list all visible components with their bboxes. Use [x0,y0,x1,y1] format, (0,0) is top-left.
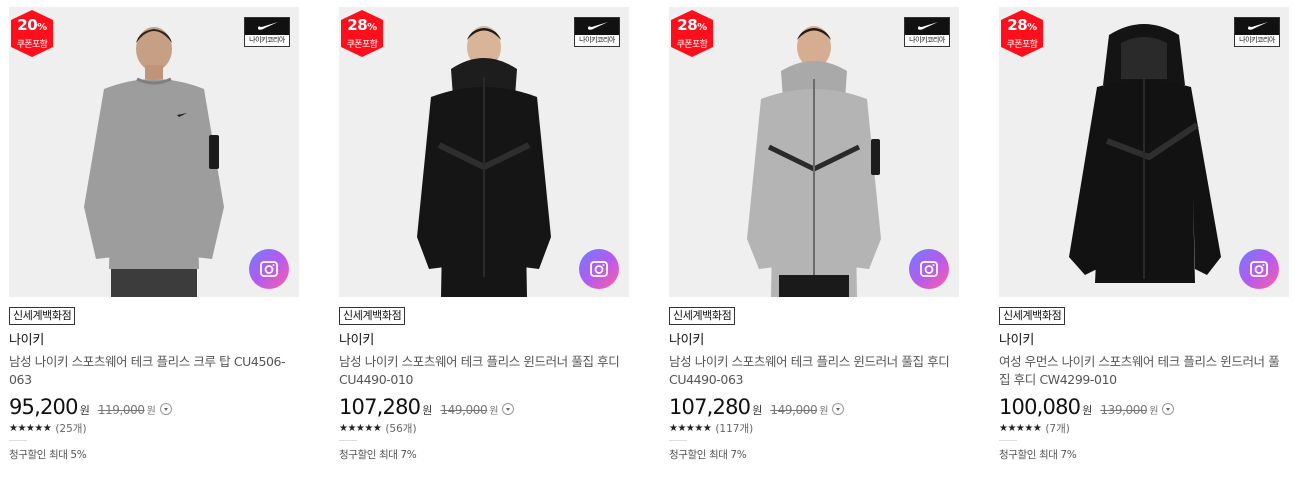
camera-icon[interactable] [579,249,619,289]
rating: ★★★★★ (56개) [339,421,629,435]
nike-korea-logo: 나이키코리아 [244,17,290,47]
logo-label: 나이키코리아 [249,36,285,44]
review-count: (117개) [715,422,754,435]
discount-badge: 28% 쿠폰포함 [671,10,713,57]
original-price-unit: 원 [1149,406,1159,417]
price-row: 100,080 원 139,000 원 [999,395,1289,419]
review-count: (7개) [1045,422,1070,435]
camera-icon[interactable] [1239,249,1279,289]
product-title[interactable]: 여성 우먼스 나이키 스포츠웨어 테크 플리스 윈드러너 풀집 후디 CW429… [999,353,1289,389]
sale-price: 107,280 [669,395,751,419]
coupon-label: 쿠폰포함 [676,40,708,50]
star-rating: ★★★★★ [669,422,712,434]
discount-rate: 20% [17,16,47,34]
original-price: 139,000 [1100,403,1148,417]
product-grid: 20% 쿠폰포함 나이키코리아 신세계백화점 나이키 남성 나이키 스포츠웨어 … [9,7,1299,477]
brand-name: 나이키 [339,333,374,348]
product-image[interactable]: 28% 쿠폰포함 나이키코리아 [669,7,959,297]
billing-discount: 청구할인 최대 7% [999,449,1077,461]
logo-label: 나이키코리아 [1239,36,1275,44]
product-image[interactable]: 28% 쿠폰포함 나이키코리아 [339,7,629,297]
store-badge: 신세계백화점 [339,307,406,325]
price-info-icon[interactable] [502,403,515,415]
discount-badge: 28% 쿠폰포함 [341,10,383,57]
product-image[interactable]: 20% 쿠폰포함 나이키코리아 [9,7,299,297]
original-price-unit: 원 [489,406,499,417]
billing-discount: 청구할인 최대 7% [339,449,417,461]
swoosh-icon [1248,22,1268,30]
price-unit: 원 [79,404,90,417]
rating: ★★★★★ (117개) [669,421,959,435]
nike-korea-logo: 나이키코리아 [1234,17,1280,47]
product-title[interactable]: 남성 나이키 스포츠웨어 테크 플리스 윈드러너 풀집 후디 CU4490-06… [669,353,959,389]
coupon-label: 쿠폰포함 [346,40,378,50]
coupon-label: 쿠폰포함 [1006,40,1038,50]
original-price-unit: 원 [819,406,829,417]
sale-price: 107,280 [339,395,421,419]
product-card[interactable]: 28% 쿠폰포함 나이키코리아 신세계백화점 나이키 여성 우먼스 나이키 스포… [999,7,1289,462]
camera-icon[interactable] [249,249,289,289]
price-unit: 원 [752,404,763,417]
rating: ★★★★★ (7개) [999,421,1289,435]
divider [999,440,1017,441]
product-card[interactable]: 20% 쿠폰포함 나이키코리아 신세계백화점 나이키 남성 나이키 스포츠웨어 … [9,7,299,462]
store-badge: 신세계백화점 [669,307,736,325]
discount-rate: 28% [677,16,707,34]
price-row: 95,200 원 119,000 원 [9,395,299,419]
sale-price: 95,200 [9,395,78,419]
camera-icon[interactable] [909,249,949,289]
original-price: 119,000 [97,403,145,417]
discount-badge: 20% 쿠폰포함 [11,10,53,57]
star-rating: ★★★★★ [339,422,382,434]
star-rating: ★★★★★ [9,422,52,434]
divider [669,440,687,441]
store-badge: 신세계백화점 [9,307,76,325]
price-unit: 원 [422,404,433,417]
original-price-unit: 원 [146,406,156,417]
product-title[interactable]: 남성 나이키 스포츠웨어 테크 플리스 크루 탑 CU4506-063 [9,353,299,389]
brand-name: 나이키 [999,333,1034,348]
billing-discount: 청구할인 최대 5% [9,449,87,461]
product-title[interactable]: 남성 나이키 스포츠웨어 테크 플리스 윈드러너 풀집 후디 CU4490-01… [339,353,629,389]
swoosh-icon [258,22,278,30]
star-rating: ★★★★★ [999,422,1042,434]
price-row: 107,280 원 149,000 원 [339,395,629,419]
swoosh-icon [588,22,608,30]
divider [339,440,357,441]
price-info-icon[interactable] [832,403,845,415]
price-unit: 원 [1082,404,1093,417]
logo-label: 나이키코리아 [909,36,945,44]
discount-rate: 28% [347,16,377,34]
discount-rate: 28% [1007,16,1037,34]
nike-korea-logo: 나이키코리아 [574,17,620,47]
original-price: 149,000 [440,403,488,417]
brand-name: 나이키 [9,333,44,348]
product-card[interactable]: 28% 쿠폰포함 나이키코리아 신세계백화점 나이키 남성 나이키 스포츠웨어 … [669,7,959,462]
logo-label: 나이키코리아 [579,36,615,44]
review-count: (56개) [385,422,417,435]
store-badge: 신세계백화점 [999,307,1066,325]
original-price: 149,000 [770,403,818,417]
sale-price: 100,080 [999,395,1081,419]
product-card[interactable]: 28% 쿠폰포함 나이키코리아 신세계백화점 나이키 남성 나이키 스포츠웨어 … [339,7,629,462]
nike-korea-logo: 나이키코리아 [904,17,950,47]
price-info-icon[interactable] [159,403,172,415]
rating: ★★★★★ (25개) [9,421,299,435]
coupon-label: 쿠폰포함 [16,40,48,50]
swoosh-icon [918,22,938,30]
billing-discount: 청구할인 최대 7% [669,449,747,461]
review-count: (25개) [55,422,87,435]
brand-name: 나이키 [669,333,704,348]
price-row: 107,280 원 149,000 원 [669,395,959,419]
discount-badge: 28% 쿠폰포함 [1001,10,1043,57]
divider [9,440,27,441]
product-image[interactable]: 28% 쿠폰포함 나이키코리아 [999,7,1289,297]
price-info-icon[interactable] [1162,403,1175,415]
